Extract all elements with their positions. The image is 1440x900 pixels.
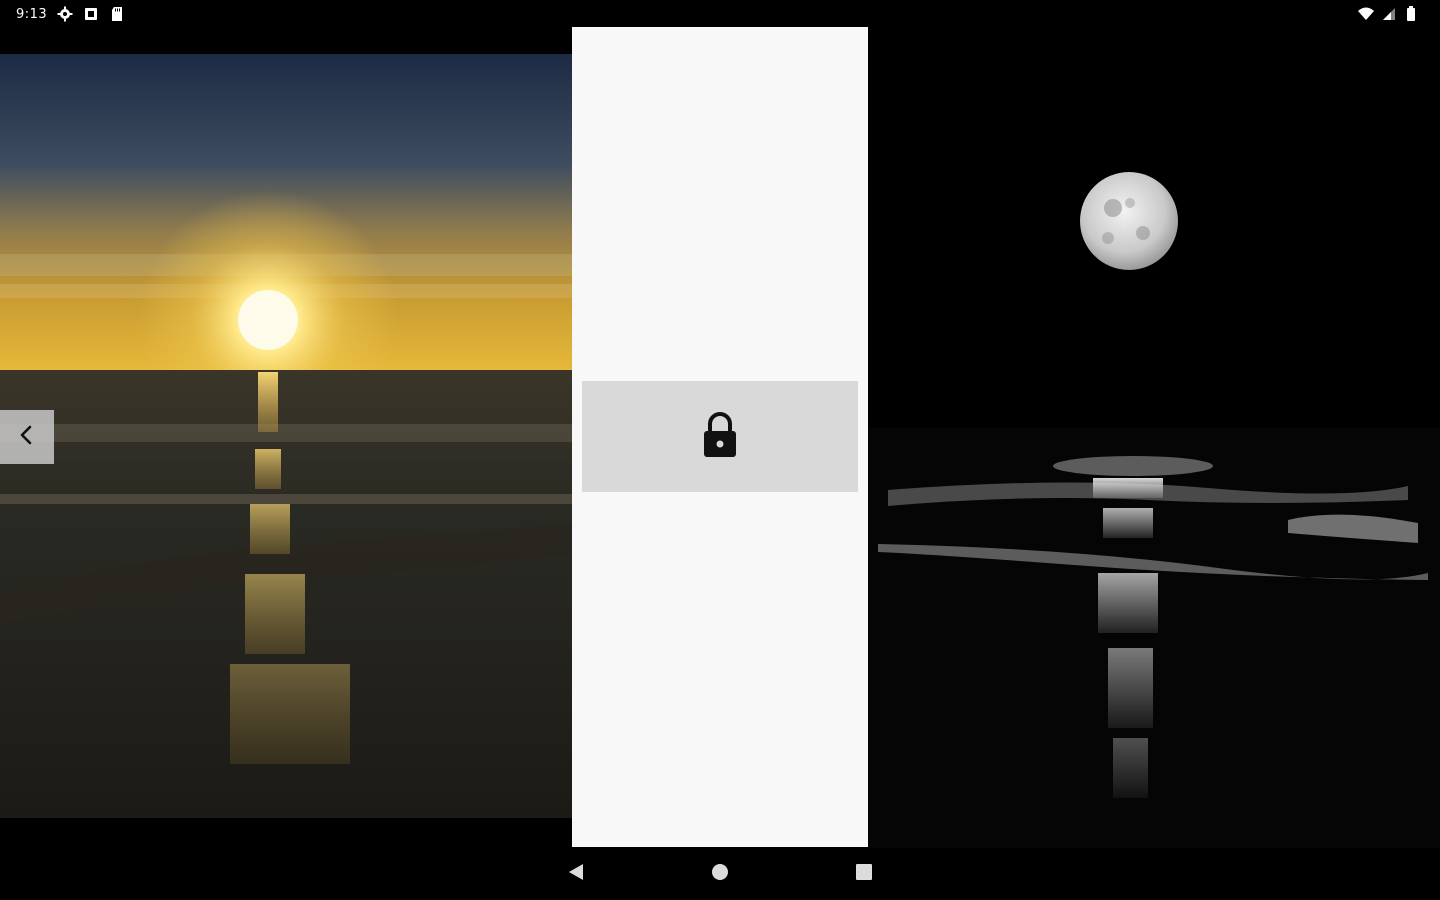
back-icon — [566, 862, 586, 886]
lock-card — [572, 27, 868, 847]
nav-recents-button[interactable] — [852, 862, 876, 886]
status-time: 9:13 — [16, 6, 48, 22]
status-right — [1358, 6, 1422, 22]
cell-signal-icon — [1382, 6, 1398, 22]
status-bar: 9:13 — [0, 0, 1440, 28]
wallpaper-moon[interactable] — [868, 28, 1440, 848]
chevron-left-icon — [16, 424, 38, 450]
home-icon — [710, 862, 730, 886]
sd-card-icon — [109, 6, 125, 22]
nav-back-button[interactable] — [564, 862, 588, 886]
wallpaper-sunset[interactable] — [0, 54, 572, 818]
navigation-bar — [0, 848, 1440, 900]
battery-icon — [1406, 6, 1422, 22]
lock-button[interactable] — [582, 381, 858, 492]
back-chevron-button[interactable] — [0, 410, 54, 464]
status-left: 9:13 — [16, 6, 125, 22]
recents-icon — [854, 862, 874, 886]
screen: 9:13 — [0, 0, 1440, 900]
lock-icon — [701, 411, 739, 463]
wifi-icon — [1358, 6, 1374, 22]
settings-icon — [57, 6, 73, 22]
nav-home-button[interactable] — [708, 862, 732, 886]
sim-card-icon — [83, 6, 99, 22]
